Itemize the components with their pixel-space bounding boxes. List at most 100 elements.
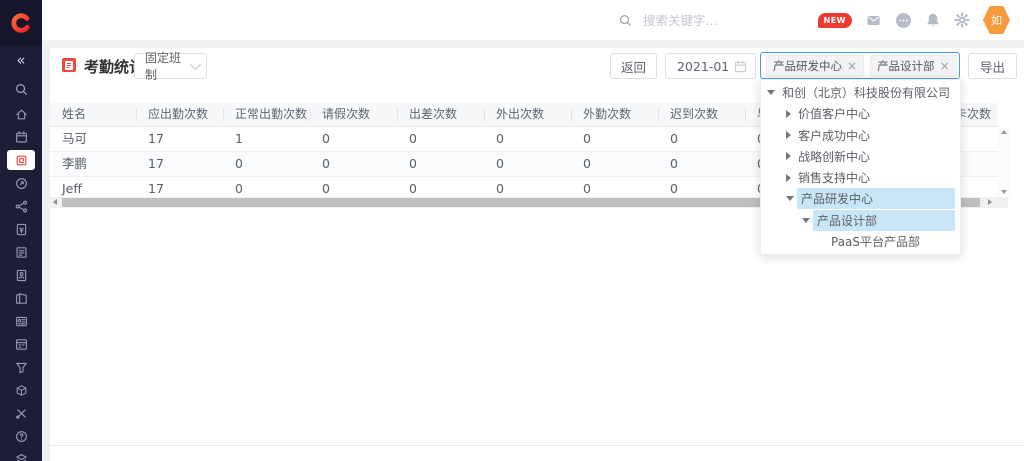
caret-right-icon[interactable]	[786, 131, 791, 139]
table-cell: 0	[658, 127, 745, 151]
org-network-icon[interactable]	[7, 198, 35, 214]
tree-item[interactable]: 产品研发中心	[761, 188, 960, 209]
tree-item-label: 产品设计部	[813, 210, 955, 231]
table-cell: 0	[223, 152, 310, 176]
tree-item[interactable]: 战略创新中心	[761, 146, 960, 167]
caret-right-icon[interactable]	[786, 110, 791, 118]
caret-down-icon[interactable]	[767, 90, 775, 95]
table-cell: 17	[136, 127, 223, 151]
table-cell: 1	[223, 127, 310, 151]
calendar-icon	[734, 60, 747, 73]
global-search	[618, 0, 795, 40]
selected-tag[interactable]: 产品研发中心 ×	[766, 55, 864, 77]
package-icon[interactable]	[7, 382, 35, 398]
cell-name: 李鹏	[50, 152, 136, 176]
table-cell: 0	[223, 177, 310, 198]
app-logo[interactable]	[0, 0, 42, 46]
app-window: « NEW 如	[0, 0, 1024, 461]
tree-item-label: 产品研发中心	[797, 188, 955, 209]
tree-item[interactable]: 客户成功中心	[761, 125, 960, 146]
chevron-down-icon	[190, 59, 201, 70]
page-title-icon	[62, 58, 76, 72]
layers-icon[interactable]	[7, 451, 35, 461]
scroll-right-icon[interactable]	[988, 199, 992, 205]
scroll-left-icon[interactable]	[53, 199, 57, 205]
month-picker[interactable]: 2021-01	[665, 53, 756, 79]
library-icon[interactable]	[7, 290, 35, 306]
calendar-pen-icon[interactable]	[7, 129, 35, 145]
department-tree-dropdown: 和创（北京）科技股份有限公司价值客户中心客户成功中心战略创新中心销售支持中心产品…	[760, 79, 961, 255]
tree-item[interactable]: 价值客户中心	[761, 103, 960, 124]
mail-icon[interactable]	[865, 13, 882, 28]
tree-item[interactable]: 产品设计部	[761, 210, 960, 231]
tag-remove-icon[interactable]: ×	[940, 60, 950, 72]
table-cell: 17	[136, 177, 223, 198]
scroll-up-icon[interactable]	[1001, 130, 1007, 134]
table-cell: 0	[484, 127, 571, 151]
tag-label: 产品研发中心	[773, 58, 842, 74]
tree-item[interactable]: PaaS平台产品部	[761, 231, 960, 252]
tag-remove-icon[interactable]: ×	[847, 60, 857, 72]
logo-c-icon	[10, 12, 32, 34]
export-button[interactable]: 导出	[968, 53, 1017, 79]
department-multiselect[interactable]: 产品研发中心 × 产品设计部 ×	[760, 52, 960, 79]
topbar-actions: NEW 如	[818, 0, 1010, 40]
sidebar-icon-list	[0, 106, 42, 461]
table-cell: 0	[571, 127, 658, 151]
home-icon[interactable]	[7, 106, 35, 122]
tools-icon[interactable]	[7, 405, 35, 421]
cell-name: 马可	[50, 127, 136, 151]
scroll-down-icon[interactable]	[1001, 190, 1007, 194]
shift-type-select[interactable]: 固定班制	[134, 53, 207, 79]
selected-tag[interactable]: 产品设计部 ×	[870, 55, 957, 77]
gear-icon[interactable]	[954, 12, 970, 28]
attendance-stamp-icon[interactable]	[7, 150, 35, 170]
bell-icon[interactable]	[925, 12, 941, 28]
compass-icon[interactable]	[7, 175, 35, 191]
tree-item[interactable]: 销售支持中心	[761, 167, 960, 188]
doc-edit-icon[interactable]	[7, 244, 35, 260]
table-cell: 0	[397, 177, 484, 198]
column-header: 迟到次数	[658, 103, 745, 126]
caret-right-icon[interactable]	[786, 152, 791, 160]
caret-right-icon[interactable]	[786, 174, 791, 182]
column-header: 请假次数	[310, 103, 397, 126]
column-header: 应出勤次数	[136, 103, 223, 126]
id-card-icon[interactable]	[7, 313, 35, 329]
table-cell: 0	[658, 152, 745, 176]
collapse-sidebar-icon[interactable]: «	[0, 49, 42, 71]
tree-item-label: 销售支持中心	[794, 167, 955, 188]
tree-item[interactable]: 和创（北京）科技股份有限公司	[761, 82, 960, 103]
chat-icon[interactable]	[895, 12, 912, 29]
month-value: 2021-01	[677, 59, 734, 74]
finance-doc-icon[interactable]	[7, 221, 35, 237]
schedule-icon[interactable]	[7, 336, 35, 352]
table-cell: 17	[136, 152, 223, 176]
table-cell: 0	[310, 152, 397, 176]
back-button[interactable]: 返回	[610, 53, 657, 79]
vertical-scrollbar[interactable]	[998, 127, 1010, 197]
sidebar-search-icon[interactable]	[0, 78, 42, 100]
new-badge[interactable]: NEW	[818, 13, 852, 28]
shift-type-value: 固定班制	[145, 49, 190, 83]
avatar[interactable]: 如	[983, 6, 1010, 34]
tag-label: 产品设计部	[877, 58, 935, 74]
sidebar: «	[0, 0, 42, 461]
column-header: 出差次数	[397, 103, 484, 126]
search-icon	[618, 13, 633, 28]
caret-down-icon[interactable]	[802, 218, 810, 223]
table-cell: 0	[310, 177, 397, 198]
global-search-input[interactable]	[641, 12, 795, 29]
caret-down-icon[interactable]	[786, 196, 794, 201]
tree-item-label: 战略创新中心	[794, 146, 955, 167]
column-header: 正常出勤次数	[223, 103, 310, 126]
table-cell: 0	[484, 152, 571, 176]
help-circle-icon[interactable]	[7, 428, 35, 444]
column-header: 姓名	[50, 103, 136, 126]
column-header: 外勤次数	[571, 103, 658, 126]
doc-person-icon[interactable]	[7, 267, 35, 283]
tree-item-label: 价值客户中心	[794, 103, 955, 124]
footer-divider	[42, 445, 1024, 446]
tree-item-label: PaaS平台产品部	[827, 231, 955, 252]
filter-icon[interactable]	[7, 359, 35, 375]
